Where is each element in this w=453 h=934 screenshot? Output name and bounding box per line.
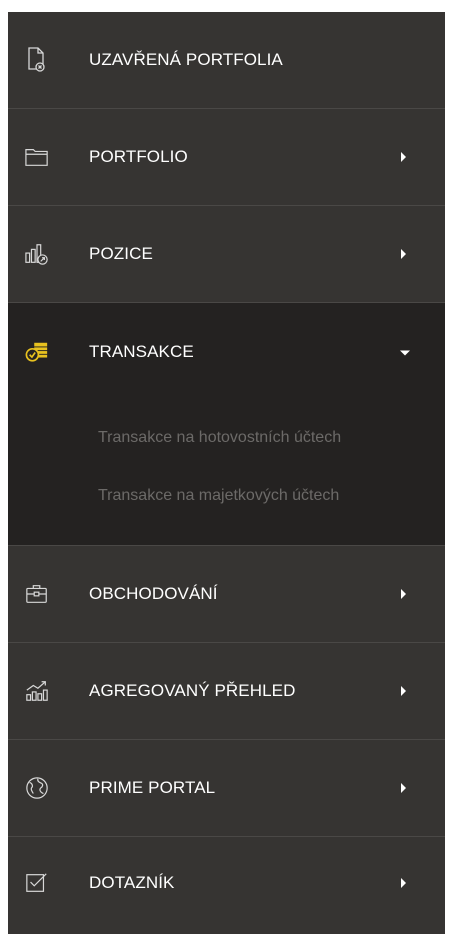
transactions-icon [25, 340, 49, 364]
sidebar-menu: UZAVŘENÁ PORTFOLIA PORTFOLIO POZICE TRAN… [8, 12, 445, 934]
menu-item-portfolio[interactable]: PORTFOLIO [8, 109, 445, 206]
chevron-right-icon [401, 878, 406, 888]
submenu-item-majetkove-ucty[interactable]: Transakce na majetkových účtech [98, 487, 339, 505]
menu-item-label: POZICE [89, 244, 153, 263]
menu-item-uzavrena-portfolia[interactable]: UZAVŘENÁ PORTFOLIA [8, 12, 445, 109]
chevron-right-icon [401, 589, 406, 599]
menu-item-transakce[interactable]: TRANSAKCE [8, 303, 445, 400]
menu-item-label: UZAVŘENÁ PORTFOLIA [89, 50, 283, 69]
menu-item-pozice[interactable]: POZICE [8, 206, 445, 303]
menu-item-obchodovani[interactable]: OBCHODOVÁNÍ [8, 546, 445, 643]
position-chart-icon [25, 242, 49, 266]
chevron-down-icon [400, 350, 410, 355]
chevron-right-icon [401, 686, 406, 696]
folder-icon [25, 145, 49, 169]
menu-item-prime-portal[interactable]: PRIME PORTAL [8, 740, 445, 837]
menu-item-label: PORTFOLIO [89, 147, 188, 166]
menu-item-label: OBCHODOVÁNÍ [89, 584, 218, 603]
menu-item-agregovany-prehled[interactable]: AGREGOVANÝ PŘEHLED [8, 643, 445, 740]
closed-document-icon [25, 47, 49, 72]
chevron-right-icon [401, 783, 406, 793]
chevron-right-icon [401, 249, 406, 259]
menu-item-label: TRANSAKCE [89, 341, 194, 361]
menu-item-label: AGREGOVANÝ PŘEHLED [89, 681, 296, 700]
menu-item-label: DOTAZNÍK [89, 873, 175, 892]
briefcase-icon [25, 582, 49, 606]
menu-item-label: PRIME PORTAL [89, 778, 216, 797]
growth-chart-icon [25, 679, 49, 703]
submenu-item-hotovostni-ucty[interactable]: Transakce na hotovostních účtech [98, 429, 341, 447]
globe-icon [25, 776, 49, 800]
menu-item-dotaznik[interactable]: DOTAZNÍK [8, 837, 445, 929]
checkbox-icon [25, 871, 49, 895]
chevron-right-icon [401, 152, 406, 162]
submenu-transakce: TRANSAKCE Transakce na hotovostních účte… [8, 303, 445, 546]
